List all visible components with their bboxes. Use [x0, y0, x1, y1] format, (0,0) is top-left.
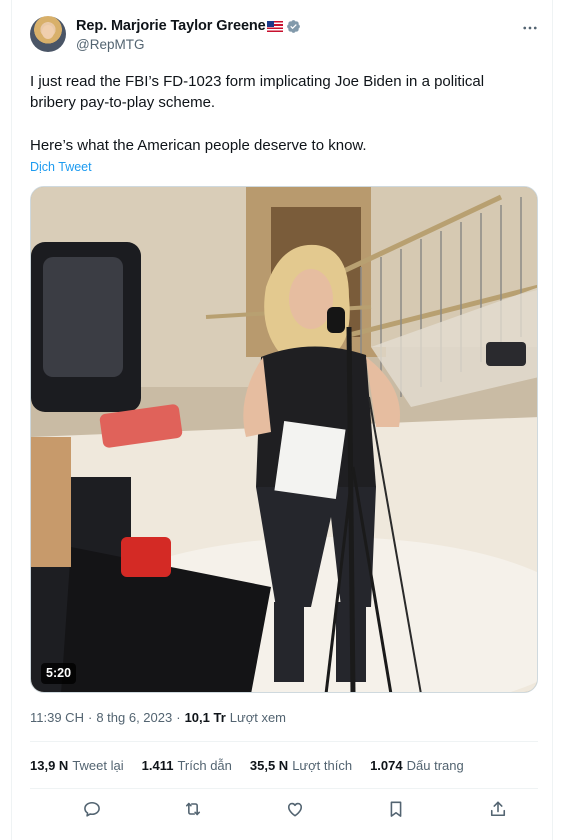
verified-badge-icon[interactable]: [286, 19, 301, 34]
views-count: 10,1 Tr: [184, 710, 226, 725]
meta-separator: ·: [87, 710, 93, 725]
tweet-date[interactable]: 8 thg 6, 2023: [96, 710, 172, 725]
avatar[interactable]: [30, 16, 66, 52]
tweet-text-line: I just read the FBI’s FD-1023 form impli…: [30, 73, 485, 90]
divider: [30, 741, 538, 742]
video-duration-badge: 5:20: [41, 663, 77, 684]
like-icon[interactable]: [284, 798, 306, 820]
video-frame: [31, 187, 537, 692]
retweet-label: Tweet lại: [72, 758, 124, 773]
like-count: 35,5 N: [249, 758, 289, 773]
translate-tweet-link[interactable]: Dịch Tweet: [30, 160, 92, 174]
author-handle[interactable]: @RepMTG: [76, 37, 144, 52]
us-flag-icon: [266, 20, 283, 32]
divider: [30, 788, 538, 789]
share-icon[interactable]: [487, 798, 509, 820]
retweet-stat[interactable]: 13,9 N Tweet lại: [30, 758, 124, 773]
quote-count: 1.411: [141, 758, 174, 773]
engagement-stats: 13,9 N Tweet lại 1.411 Trích dẫn 35,5 N …: [30, 758, 482, 773]
like-label: Lượt thích: [292, 758, 353, 773]
reply-icon[interactable]: [81, 798, 103, 820]
video-player[interactable]: 5:20: [30, 186, 538, 693]
bookmark-icon[interactable]: [385, 798, 407, 820]
author-name-row: Rep. Marjorie Taylor Greene: [76, 16, 301, 36]
bookmark-count: 1.074: [370, 758, 403, 773]
tweet-card: Rep. Marjorie Taylor Greene @RepMTG I ju…: [12, 0, 552, 840]
tweet-meta: 11:39 CH · 8 thg 6, 2023 · 10,1 Tr Lượt …: [30, 710, 286, 725]
views-label: Lượt xem: [229, 710, 287, 725]
bookmark-stat[interactable]: 1.074 Dấu trang: [370, 758, 464, 773]
tweet-time[interactable]: 11:39 CH: [30, 710, 84, 725]
tweet-text-line: Here’s what the American people deserve …: [30, 137, 367, 154]
like-stat[interactable]: 35,5 N Lượt thích: [250, 758, 352, 773]
timeline-border-right: [552, 0, 553, 840]
tweet-text-line: bribery pay-to-play scheme.: [30, 94, 216, 111]
retweet-count: 13,9 N: [30, 758, 69, 773]
retweet-icon[interactable]: [182, 798, 204, 820]
meta-separator: ·: [176, 710, 181, 725]
tweet-text: I just read the FBI’s FD-1023 form impli…: [30, 71, 530, 156]
author-display-name[interactable]: Rep. Marjorie Taylor Greene: [76, 18, 266, 34]
more-options-icon[interactable]: [520, 18, 540, 38]
quote-stat[interactable]: 1.411 Trích dẫn: [142, 758, 232, 773]
bookmark-label: Dấu trang: [406, 758, 464, 773]
tweet-actions: [30, 796, 538, 822]
quote-label: Trích dẫn: [177, 758, 232, 773]
